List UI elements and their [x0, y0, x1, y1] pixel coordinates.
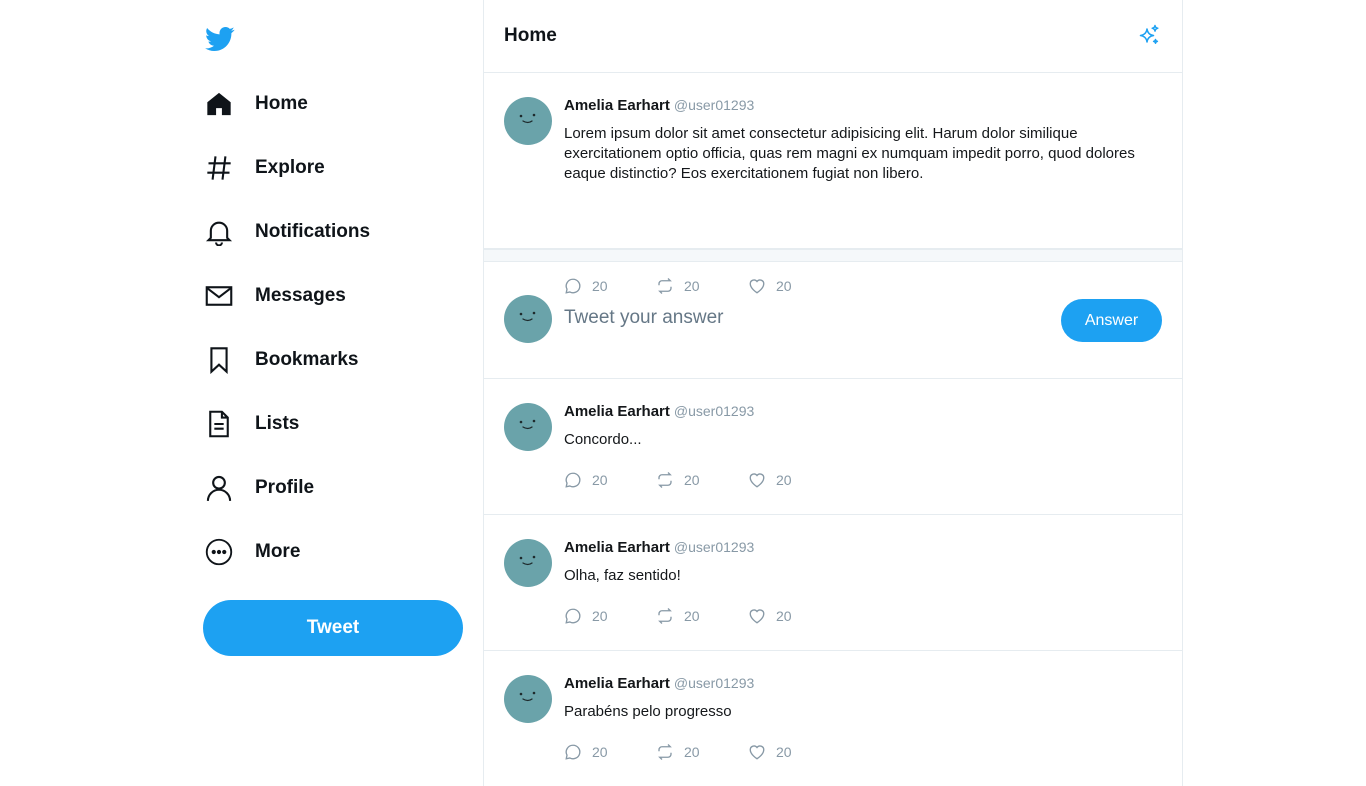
- retweet-icon: [658, 608, 672, 624]
- retweet-count: 20: [684, 744, 700, 760]
- envelope-icon: [203, 280, 235, 312]
- author-handle[interactable]: @user01293: [674, 403, 754, 419]
- comment-icon: [565, 472, 581, 488]
- avatar[interactable]: [504, 539, 552, 587]
- main-tweet: Amelia Earhart @user01293 Lorem ipsum do…: [484, 73, 1182, 294]
- like-count: 20: [776, 608, 792, 624]
- reply-button[interactable]: 20: [564, 471, 656, 489]
- header: Home: [484, 0, 1182, 73]
- main-timeline: Home Amelia Earhart @user01293 Lorem ips…: [483, 0, 1183, 786]
- sidebar-item-home[interactable]: Home: [203, 84, 465, 124]
- author-name[interactable]: Amelia Earhart: [564, 675, 670, 692]
- retweet-count: 20: [684, 472, 700, 488]
- sidebar-item-label: More: [255, 541, 301, 562]
- retweet-button[interactable]: 20: [656, 743, 748, 761]
- sidebar-item-notifications[interactable]: Notifications: [203, 212, 465, 252]
- author-handle[interactable]: @user01293: [674, 97, 754, 113]
- section-divider: [484, 249, 1182, 262]
- reply-button[interactable]: 20: [564, 743, 656, 761]
- tweet-text: Lorem ipsum dolor sit amet consectetur a…: [564, 125, 1135, 182]
- more-circle-icon: [203, 536, 235, 568]
- sidebar: Home Explore Notifications Messages Book…: [203, 0, 465, 786]
- reply-tweet: Amelia Earhart @user01293 Concordo... 20…: [484, 379, 1182, 515]
- like-count: 20: [776, 744, 792, 760]
- author-name[interactable]: Amelia Earhart: [564, 97, 670, 114]
- sidebar-item-label: Home: [255, 93, 308, 114]
- heart-icon: [749, 609, 765, 624]
- tweet-text: Concordo...: [564, 431, 642, 448]
- reply-count: 20: [592, 472, 608, 488]
- reply-tweet: Amelia Earhart @user01293 Parabéns pelo …: [484, 651, 1182, 786]
- heart-icon: [749, 473, 765, 488]
- tweet-actions: 20 20 20: [564, 743, 840, 761]
- sidebar-item-lists[interactable]: Lists: [203, 404, 465, 444]
- comment-icon: [565, 744, 581, 760]
- retweet-count: 20: [684, 608, 700, 624]
- author-name[interactable]: Amelia Earhart: [564, 539, 670, 556]
- sidebar-item-label: Bookmarks: [255, 349, 359, 370]
- sidebar-item-label: Lists: [255, 413, 300, 434]
- tweet-text: Olha, faz sentido!: [564, 567, 681, 584]
- bookmark-icon: [203, 344, 235, 376]
- heart-icon: [749, 745, 765, 760]
- sidebar-item-explore[interactable]: Explore: [203, 148, 465, 188]
- sidebar-item-bookmarks[interactable]: Bookmarks: [203, 340, 465, 380]
- reply-count: 20: [592, 744, 608, 760]
- avatar[interactable]: [504, 403, 552, 451]
- sparkle-icon[interactable]: [1136, 23, 1162, 49]
- like-count: 20: [776, 472, 792, 488]
- retweet-icon: [658, 472, 672, 488]
- sidebar-item-label: Profile: [255, 477, 315, 498]
- avatar[interactable]: [504, 675, 552, 723]
- avatar[interactable]: [504, 295, 552, 343]
- sidebar-item-label: Notifications: [255, 221, 371, 242]
- retweet-button[interactable]: 20: [656, 471, 748, 489]
- reply-count: 20: [592, 608, 608, 624]
- bell-icon: [203, 216, 235, 248]
- reply-input[interactable]: [564, 304, 984, 332]
- twitter-bird-icon[interactable]: [204, 24, 236, 54]
- user-icon: [203, 472, 235, 504]
- sidebar-item-label: Messages: [255, 285, 346, 306]
- sidebar-item-profile[interactable]: Profile: [203, 468, 465, 508]
- sidebar-item-label: Explore: [255, 157, 325, 178]
- like-button[interactable]: 20: [748, 743, 840, 761]
- retweet-button[interactable]: 20: [656, 607, 748, 625]
- tweet-text: Parabéns pelo progresso: [564, 703, 732, 720]
- tweet-header: Amelia Earhart @user01293: [564, 403, 754, 420]
- like-button[interactable]: 20: [748, 607, 840, 625]
- list-icon: [203, 408, 235, 440]
- avatar[interactable]: [504, 97, 552, 145]
- reply-button[interactable]: 20: [564, 607, 656, 625]
- tweet-actions: 20 20 20: [564, 607, 840, 625]
- page-title: Home: [504, 25, 557, 46]
- sidebar-item-more[interactable]: More: [203, 532, 465, 572]
- tweet-header: Amelia Earhart @user01293: [564, 675, 754, 692]
- tweet-header: Amelia Earhart @user01293: [564, 97, 754, 114]
- author-name[interactable]: Amelia Earhart: [564, 403, 670, 420]
- comment-icon: [565, 608, 581, 624]
- tweet-header: Amelia Earhart @user01293: [564, 539, 754, 556]
- reply-tweet: Amelia Earhart @user01293 Olha, faz sent…: [484, 515, 1182, 651]
- answer-button[interactable]: Answer: [1061, 299, 1162, 342]
- retweet-icon: [658, 744, 672, 760]
- like-button[interactable]: 20: [748, 471, 840, 489]
- reply-composer: Answer: [484, 262, 1182, 379]
- tweet-actions: 20 20 20: [564, 471, 840, 489]
- author-handle[interactable]: @user01293: [674, 675, 754, 691]
- sidebar-item-messages[interactable]: Messages: [203, 276, 465, 316]
- tweet-button[interactable]: Tweet: [203, 600, 463, 656]
- hashtag-icon: [203, 152, 235, 184]
- home-icon: [203, 88, 235, 120]
- author-handle[interactable]: @user01293: [674, 539, 754, 555]
